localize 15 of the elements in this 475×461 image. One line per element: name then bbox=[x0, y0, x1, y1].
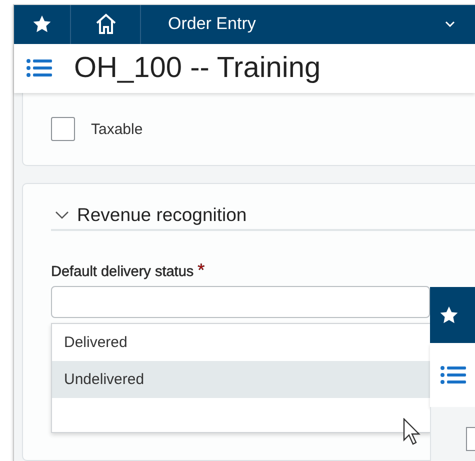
field-label: Default delivery status bbox=[51, 264, 194, 280]
favorites-star-icon[interactable] bbox=[439, 305, 459, 325]
dropdown-option[interactable]: Delivered bbox=[52, 324, 431, 361]
dropdown-option[interactable]: Undelivered bbox=[52, 361, 431, 398]
chevron-down-icon[interactable] bbox=[55, 210, 69, 218]
favorites-star-icon[interactable] bbox=[32, 14, 52, 34]
home-icon[interactable] bbox=[94, 13, 116, 36]
required-mark: * bbox=[198, 264, 205, 276]
checkbox-label: Taxable bbox=[91, 120, 143, 138]
section-title[interactable]: Revenue recognition bbox=[77, 204, 247, 226]
page-title: OH_100 -- Training bbox=[74, 52, 321, 85]
menu-icon[interactable] bbox=[26, 58, 52, 78]
taxable-checkbox[interactable] bbox=[51, 117, 75, 141]
menu-icon[interactable] bbox=[440, 365, 466, 385]
delivery-status-field[interactable] bbox=[51, 286, 430, 318]
